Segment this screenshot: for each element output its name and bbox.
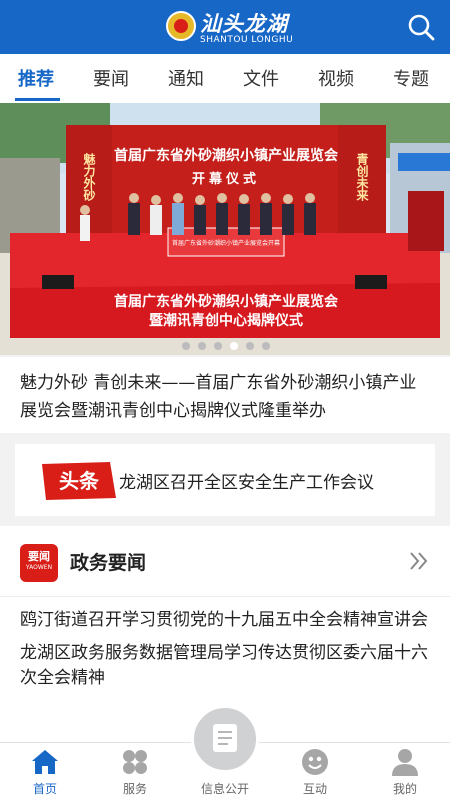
tabbar-services[interactable]: 服务 [90,743,180,801]
document-icon [213,724,237,752]
list-item[interactable]: 龙湖区政务服务数据管理局学习传达贯彻区委六届十六次全会精神 [20,641,430,691]
news-list: 鸥汀街道召开学习贯彻党的十九届五中全会精神宣讲会 龙湖区政务服务数据管理局学习传… [20,608,430,699]
app-logo: 汕头龙湖 SHANTOU LONGHU [150,8,310,48]
brand-subtitle: SHANTOU LONGHU [200,35,294,45]
brand-title: 汕头龙湖 [200,11,288,36]
right-panel-text: 青创未来 [355,152,369,202]
active-tab-indicator [15,98,60,101]
tabbar-profile[interactable]: 我的 [360,743,450,801]
divider [0,596,450,597]
featured-article-title: 魅力外砂 青创未来——首届广东省外砂潮织小镇产业展览会暨潮讯青创中心揭牌仪式隆重… [20,373,417,421]
left-panel-text: 魅力外砂 [82,152,96,202]
double-chevron-right-icon[interactable] [406,548,432,574]
app-header: 汕头龙湖 SHANTOU LONGHU [0,0,450,54]
banner-carousel[interactable]: 首届广东省外砂潮织小镇产业展览会 开幕仪式 魅力外砂 青创未来 首届广东省外砂潮… [0,103,450,355]
section-title: 政务要闻 [70,552,147,574]
banner-caption-1: 首届广东省外砂潮织小镇产业展览会 [114,293,339,309]
carousel-dot[interactable] [246,342,254,350]
user-icon [392,749,418,776]
toutiao-logo: 头条 [42,462,116,500]
grid-icon [123,750,147,774]
podium-text: 首届广东省外砂潮织小镇产业展览会开幕 [172,239,280,247]
banner-caption-2: 暨潮讯青创中心揭牌仪式 [149,312,303,328]
emblem-icon [166,11,196,41]
chat-icon [302,749,328,775]
search-icon[interactable] [407,13,435,41]
info-disclosure-button[interactable] [191,705,259,773]
tab-topics[interactable]: 专题 [393,65,429,91]
svg-text:头条: 头条 [59,469,100,493]
featured-article[interactable]: 魅力外砂 青创未来——首届广东省外砂潮织小镇产业展览会暨潮讯青创中心揭牌仪式隆重… [0,357,450,433]
headline-card[interactable]: 头条 龙湖区召开全区安全生产工作会议 [15,444,435,516]
carousel-dot[interactable] [198,342,206,350]
tab-documents[interactable]: 文件 [243,65,279,91]
category-tabs: 推荐 要闻 通知 文件 视频 专题 [0,54,450,104]
headline-text: 龙湖区召开全区安全生产工作会议 [119,473,374,493]
carousel-dots [178,335,274,350]
stage-title-2: 开幕仪式 [192,171,260,186]
tab-notices[interactable]: 通知 [168,65,204,91]
carousel-dot-active[interactable] [230,342,238,350]
home-icon [32,750,58,774]
banner-image: 首届广东省外砂潮织小镇产业展览会 开幕仪式 魅力外砂 青创未来 首届广东省外砂潮… [0,103,450,355]
yaowen-icon: 要闻 YAOWEN [20,544,58,582]
tab-videos[interactable]: 视频 [318,65,354,91]
stage-title-1: 首届广东省外砂潮织小镇产业展览会 [114,147,339,163]
tab-recommend[interactable]: 推荐 [18,65,54,91]
list-item[interactable]: 鸥汀街道召开学习贯彻党的十九届五中全会精神宣讲会 [20,608,430,633]
tabbar-home[interactable]: 首页 [0,743,90,801]
carousel-dot[interactable] [262,342,270,350]
tab-news[interactable]: 要闻 [93,65,129,91]
carousel-dot[interactable] [182,342,190,350]
carousel-dot[interactable] [214,342,222,350]
tabbar-interact[interactable]: 互动 [270,743,360,801]
